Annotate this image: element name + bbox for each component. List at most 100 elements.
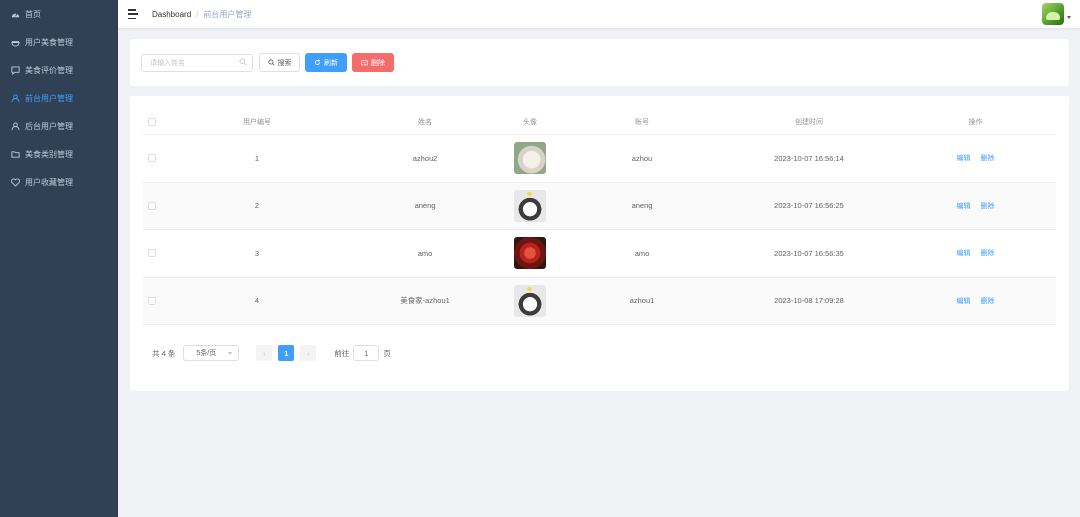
- goto-page: 前往 1 页: [334, 345, 391, 361]
- cell-avatar: [499, 237, 561, 270]
- cell-actions: 编辑 删除: [895, 248, 1056, 258]
- row-select-cell: [143, 249, 163, 258]
- comment-icon: [10, 65, 20, 75]
- column-header-account: 账号: [635, 118, 649, 126]
- cell-name: azhou2: [412, 153, 438, 163]
- sidebar: 首页 用户美食管理 美食评价管理 前台用户管理 后台用户管理 美食类别管理 用户…: [0, 0, 118, 517]
- next-page-button[interactable]: ›: [300, 345, 317, 361]
- search-button[interactable]: 搜索: [259, 53, 300, 72]
- user-icon: [10, 121, 20, 131]
- cell-created: 2023-10-07 16:56:35: [774, 248, 844, 258]
- delete-icon: [361, 60, 368, 66]
- user-avatar-image: [514, 142, 546, 175]
- delete-link[interactable]: 删除: [981, 248, 995, 258]
- edit-link[interactable]: 编辑: [957, 201, 971, 211]
- sidebar-item-frontend-users[interactable]: 前台用户管理: [0, 84, 118, 112]
- goto-suffix: 页: [383, 348, 391, 358]
- user-table: 用户编号 姓名 头像 账号 创建时间 操作 1 azhou2 azhou 202…: [143, 109, 1056, 325]
- cell-name: aneng: [414, 201, 436, 211]
- pagination: 共 4 条 5条/页 ‹ 1 › 前往 1 页: [152, 345, 391, 361]
- search-icon: [267, 59, 275, 66]
- user-avatar-image: [514, 189, 546, 222]
- cell-created: 2023-10-07 16:56:14: [774, 153, 844, 163]
- cell-actions: 编辑 删除: [895, 201, 1056, 211]
- search-icon: [239, 58, 247, 66]
- cell-account: azhou: [631, 153, 653, 163]
- folder-icon: [10, 149, 20, 159]
- column-header-actions: 操作: [968, 118, 983, 126]
- edit-link[interactable]: 编辑: [957, 248, 971, 258]
- delete-link[interactable]: 删除: [981, 153, 995, 163]
- column-header-created: 创建时间: [795, 118, 823, 126]
- table-row: 4 美食家-azhou1 azhou1 2023-10-08 17:09:28 …: [143, 277, 1056, 325]
- table-header-row: 用户编号 姓名 头像 账号 创建时间 操作: [143, 109, 1056, 135]
- row-checkbox[interactable]: [148, 249, 156, 258]
- breadcrumb-separator: /: [196, 9, 199, 19]
- select-all-checkbox[interactable]: [148, 117, 156, 126]
- dashboard-icon: [10, 9, 20, 19]
- edit-link[interactable]: 编辑: [957, 296, 971, 306]
- cell-id: 4: [254, 296, 260, 306]
- sidebar-item-user-food[interactable]: 用户美食管理: [0, 28, 118, 56]
- refresh-button-label: 刷新: [324, 59, 338, 67]
- refresh-button[interactable]: 刷新: [305, 53, 347, 72]
- sidebar-item-label: 后台用户管理: [25, 121, 73, 131]
- sidebar-item-food-review[interactable]: 美食评价管理: [0, 56, 118, 84]
- delete-link[interactable]: 删除: [981, 296, 995, 306]
- user-avatar-image: [514, 284, 546, 317]
- sidebar-item-label: 用户美食管理: [25, 37, 73, 47]
- cell-id: 2: [254, 201, 260, 211]
- cell-created: 2023-10-08 17:09:28: [774, 296, 844, 306]
- row-checkbox[interactable]: [148, 154, 156, 163]
- column-header-avatar: 头像: [523, 118, 537, 126]
- cell-account: azhou1: [629, 296, 655, 306]
- row-checkbox[interactable]: [148, 201, 156, 210]
- cell-actions: 编辑 删除: [895, 153, 1056, 163]
- sidebar-item-backend-users[interactable]: 后台用户管理: [0, 112, 118, 140]
- table-row: 3 amo amo 2023-10-07 16:56:35 编辑 删除: [143, 230, 1056, 278]
- row-select-cell: [143, 154, 163, 163]
- cell-id: 3: [254, 248, 260, 258]
- edit-link[interactable]: 编辑: [957, 153, 971, 163]
- name-search-input[interactable]: [141, 54, 253, 72]
- cell-avatar: [499, 189, 561, 222]
- batch-delete-button[interactable]: 删除: [352, 53, 394, 72]
- page-size-select[interactable]: 5条/页: [183, 345, 240, 361]
- sidebar-item-label: 用户收藏管理: [25, 177, 73, 187]
- hamburger-menu-icon[interactable]: [128, 9, 140, 19]
- row-checkbox[interactable]: [148, 296, 156, 305]
- column-header-id: 用户编号: [243, 118, 271, 126]
- heart-icon: [10, 177, 20, 187]
- sidebar-item-food-category[interactable]: 美食类别管理: [0, 140, 118, 168]
- user-avatar-image: [514, 237, 546, 270]
- table-row: 2 aneng aneng 2023-10-07 16:56:25 编辑 删除: [143, 182, 1056, 230]
- breadcrumb: Dashboard / 前台用户管理: [152, 9, 251, 20]
- sidebar-item-label: 美食评价管理: [25, 65, 73, 75]
- sidebar-item-home[interactable]: 首页: [0, 0, 118, 28]
- chevron-down-icon: [228, 351, 233, 355]
- sidebar-item-label: 前台用户管理: [25, 93, 73, 103]
- sidebar-item-user-favorites[interactable]: 用户收藏管理: [0, 168, 118, 196]
- user-table-panel: 用户编号 姓名 头像 账号 创建时间 操作 1 azhou2 azhou 202…: [130, 96, 1069, 391]
- search-panel: 搜索 刷新 删除: [130, 39, 1069, 86]
- prev-page-button[interactable]: ‹: [256, 345, 273, 361]
- user-avatar[interactable]: [1042, 3, 1064, 25]
- breadcrumb-home[interactable]: Dashboard: [152, 10, 191, 19]
- delete-button-label: 删除: [371, 59, 385, 67]
- cell-name: amo: [417, 248, 433, 258]
- user-icon: [10, 93, 20, 103]
- search-button-label: 搜索: [277, 59, 292, 67]
- delete-link[interactable]: 删除: [981, 201, 995, 211]
- cell-avatar: [499, 284, 561, 317]
- food-icon: [10, 37, 20, 47]
- page-number-button[interactable]: 1: [278, 345, 295, 361]
- pagination-total: 共 4 条: [152, 348, 176, 358]
- select-all-cell: [143, 117, 163, 126]
- caret-down-icon[interactable]: [1067, 16, 1071, 19]
- cell-actions: 编辑 删除: [895, 296, 1056, 306]
- row-select-cell: [143, 201, 163, 210]
- column-header-name: 姓名: [418, 118, 432, 126]
- breadcrumb-current: 前台用户管理: [203, 9, 252, 19]
- table-row: 1 azhou2 azhou 2023-10-07 16:56:14 编辑 删除: [143, 135, 1056, 183]
- goto-page-input[interactable]: 1: [353, 345, 380, 361]
